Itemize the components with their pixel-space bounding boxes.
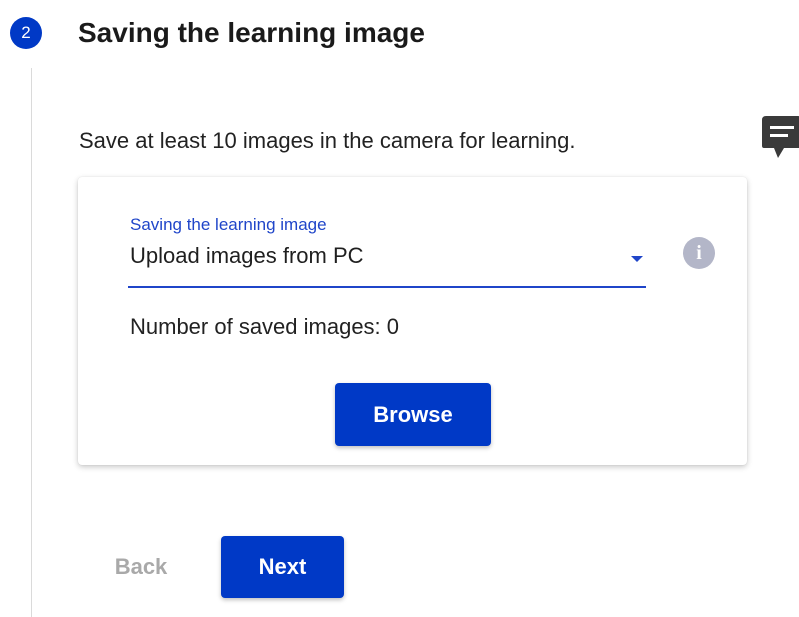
image-source-select-label: Saving the learning image — [130, 215, 327, 234]
feedback-chat-icon[interactable] — [760, 114, 799, 164]
step-number-badge: 2 — [10, 17, 42, 49]
step-instruction: Save at least 10 images in the camera fo… — [79, 128, 576, 153]
back-button[interactable]: Back — [98, 537, 184, 597]
wizard-page: 2 Saving the learning image Save at leas… — [0, 0, 799, 617]
image-source-select-value[interactable]: Upload images from PC — [130, 241, 364, 271]
select-underline — [128, 286, 646, 288]
next-button[interactable]: Next — [221, 536, 344, 598]
step-title: Saving the learning image — [78, 17, 425, 48]
browse-button[interactable]: Browse — [335, 383, 491, 446]
image-source-select[interactable]: Saving the learning image Upload images … — [128, 213, 646, 289]
info-icon[interactable]: i — [683, 237, 715, 269]
chevron-down-icon[interactable] — [631, 256, 643, 262]
step-connector-line — [31, 68, 32, 617]
image-source-card: Saving the learning image Upload images … — [78, 177, 747, 465]
saved-images-count: Number of saved images: 0 — [130, 314, 400, 339]
